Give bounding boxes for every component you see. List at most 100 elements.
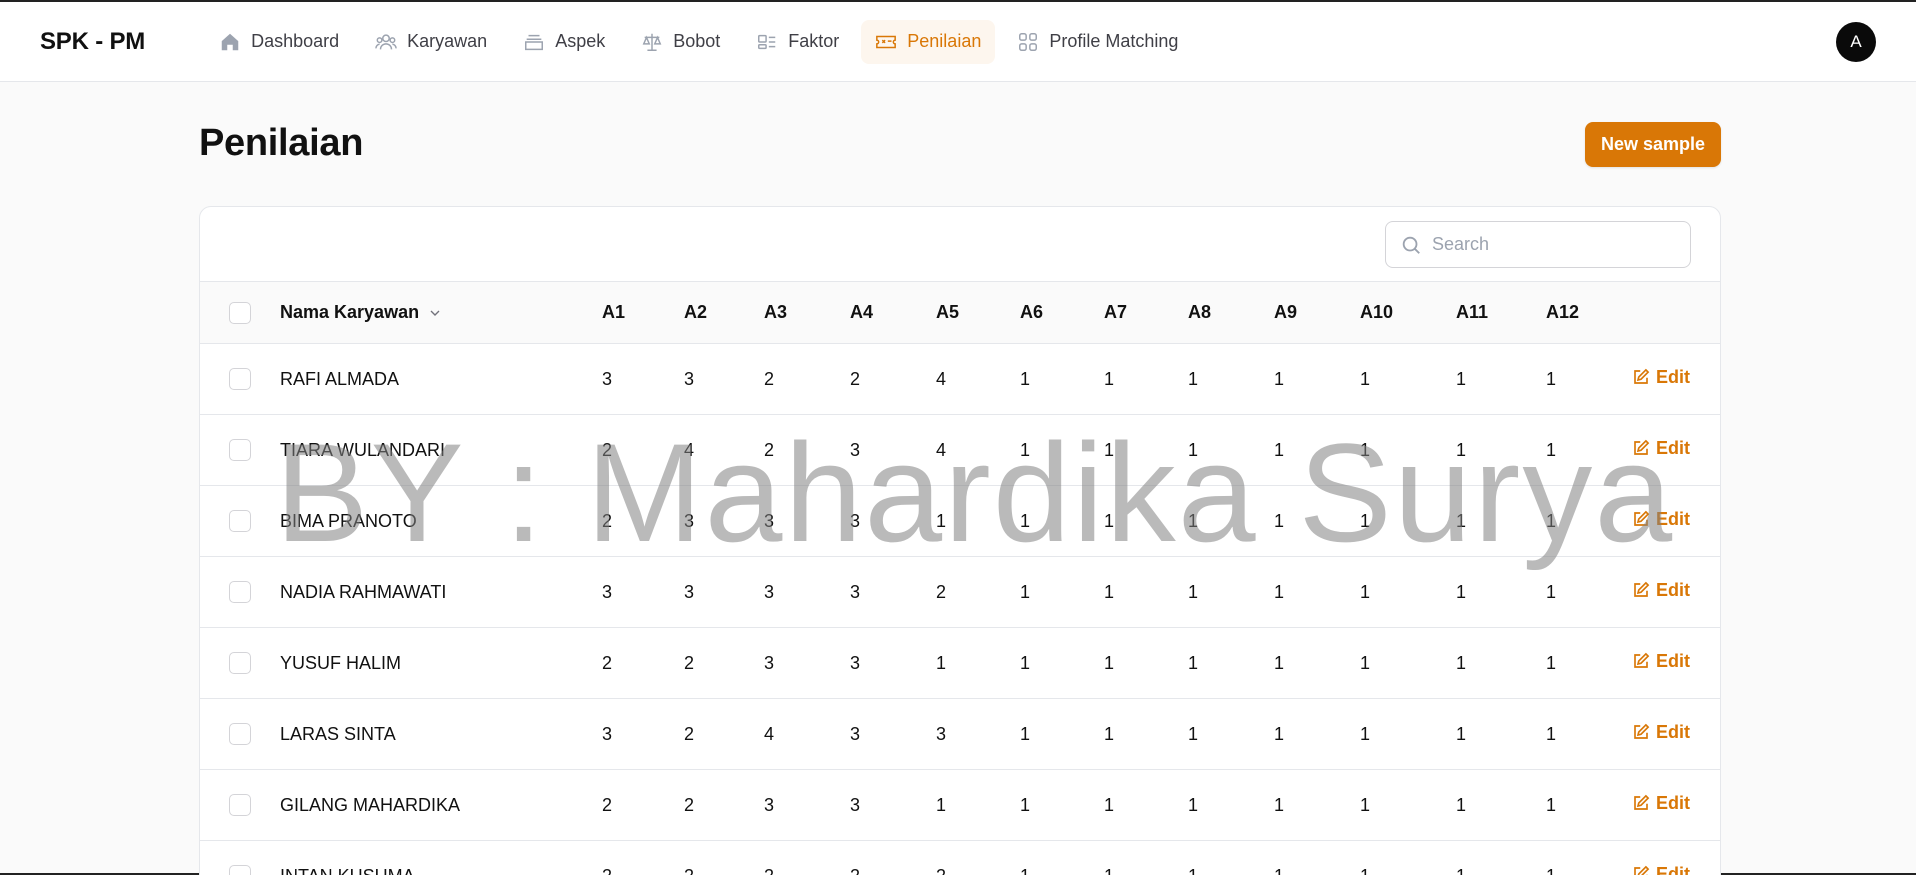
row-checkbox[interactable]: [229, 368, 251, 391]
cell-a9: 1: [1274, 652, 1285, 673]
cell-a2: 2: [684, 841, 764, 875]
cell-a8: 1: [1188, 723, 1199, 744]
nav-item-karyawan[interactable]: Karyawan: [361, 20, 501, 64]
cell-actions: Edit: [1632, 628, 1720, 699]
brand-logo[interactable]: SPK - PM: [40, 28, 145, 56]
cell-a7: 1: [1104, 652, 1115, 673]
cell-nama-karyawan: GILANG MAHARDIKA: [280, 794, 461, 815]
cell-a6: 1: [1020, 439, 1031, 460]
cell-a4: 3: [850, 581, 861, 602]
edit-label: Edit: [1656, 650, 1690, 671]
search-input[interactable]: [1432, 234, 1672, 255]
cell-a1: 2: [602, 510, 613, 531]
header-col-a5: A5: [936, 302, 960, 322]
cell-a4: 2: [850, 841, 936, 875]
table-header-row: Nama Karyawan A1 A2 A3 A4 A5 A6 A7 A8 A9 A10 A11 A1…: [200, 281, 1720, 344]
cell-a4: 3: [850, 794, 861, 815]
row-checkbox-cell: [200, 628, 280, 699]
cell-a12: 1: [1546, 368, 1557, 389]
cell-nama-karyawan: INTAN KUSUMA: [280, 841, 602, 875]
cell-a1: 2: [602, 841, 684, 875]
table-card: Nama Karyawan A1 A2 A3 A4 A5 A6 A7 A8 A9 A10 A11 A1…: [199, 206, 1721, 875]
cell-a9: 1: [1274, 581, 1285, 602]
cell-a8: 1: [1188, 794, 1199, 815]
nav-item-penilaian[interactable]: Penilaian: [861, 19, 996, 64]
edit-label: Edit: [1656, 721, 1690, 742]
table-body: RAFI ALMADA 3 3 2 2 4 1 1 1 1 1 1 1 Edit TIARA WULANDA…: [200, 344, 1720, 875]
row-checkbox[interactable]: [229, 652, 251, 675]
row-checkbox[interactable]: [229, 865, 251, 875]
cell-a2: 3: [684, 510, 695, 531]
header-col-a7: A7: [1104, 302, 1128, 322]
edit-button[interactable]: Edit: [1632, 651, 1690, 672]
nav-item-bobot[interactable]: Bobot: [627, 20, 734, 64]
cell-a10: 1: [1360, 581, 1371, 602]
edit-icon: [1634, 723, 1650, 740]
edit-icon: [1634, 865, 1650, 875]
edit-button[interactable]: Edit: [1632, 580, 1690, 601]
nav-item-label: Bobot: [673, 31, 721, 51]
new-sample-button[interactable]: New sample: [1584, 122, 1721, 167]
cell-a1: 3: [602, 368, 613, 389]
header-label: Nama Karyawan: [280, 302, 420, 322]
table-row: BIMA PRANOTO 2 3 3 3 1 1 1 1 1 1 1 1 Edit: [200, 486, 1720, 557]
cell-a5: 4: [936, 368, 947, 389]
row-checkbox[interactable]: [229, 581, 251, 604]
cell-a10: 1: [1360, 510, 1371, 531]
ticket-icon: [876, 35, 897, 48]
cell-a7: 1: [1104, 723, 1115, 744]
cell-a11: 1: [1456, 510, 1467, 531]
cell-a2: 3: [684, 581, 695, 602]
row-checkbox[interactable]: [229, 723, 251, 746]
edit-button[interactable]: Edit: [1632, 367, 1690, 388]
edit-icon: [1634, 581, 1650, 598]
edit-button[interactable]: Edit: [1632, 793, 1690, 814]
cell-nama-karyawan: YUSUF HALIM: [280, 652, 402, 673]
edit-button[interactable]: Edit: [1632, 438, 1690, 459]
nav-item-label: Penilaian: [907, 31, 982, 51]
avatar[interactable]: A: [1836, 22, 1876, 62]
row-checkbox[interactable]: [229, 510, 251, 533]
row-checkbox-cell: [200, 344, 280, 415]
row-checkbox[interactable]: [229, 439, 251, 462]
edit-label: Edit: [1656, 792, 1690, 813]
cell-a10: 1: [1360, 794, 1371, 815]
table-row: YUSUF HALIM 2 2 3 3 1 1 1 1 1 1 1 1 Edit: [200, 628, 1720, 699]
cell-nama-karyawan: LARAS SINTA: [280, 723, 396, 744]
nav-item-label: Dashboard: [251, 31, 340, 51]
cell-actions: Edit: [1632, 344, 1720, 415]
cell-a1: 3: [602, 581, 613, 602]
search-box[interactable]: [1385, 221, 1691, 268]
cell-a7: 1: [1104, 439, 1115, 460]
nav-item-profile-matching[interactable]: Profile Matching: [1003, 20, 1192, 64]
header-col-a11: A11: [1456, 302, 1489, 322]
cell-a3: 3: [764, 510, 775, 531]
cell-nama-karyawan: NADIA RAHMAWATI: [280, 581, 447, 602]
cell-a8: 1: [1188, 368, 1199, 389]
chevron-down-icon: [430, 310, 440, 316]
edit-button[interactable]: Edit: [1632, 509, 1690, 530]
table-row: NADIA RAHMAWATI 3 3 3 3 2 1 1 1 1 1 1 1 Edit: [200, 557, 1720, 628]
row-checkbox[interactable]: [229, 794, 251, 817]
header-checkbox-cell: [200, 282, 280, 344]
cell-a5: 1: [936, 510, 947, 531]
nav-item-label: Aspek: [555, 31, 606, 51]
cell-a9: 1: [1274, 723, 1285, 744]
header-actions: [1632, 282, 1720, 344]
nav-item-dashboard[interactable]: Dashboard: [205, 20, 353, 64]
cell-a1: 2: [602, 652, 613, 673]
cell-a8: 1: [1188, 652, 1199, 673]
nav-item-aspek[interactable]: Aspek: [509, 20, 619, 64]
cell-a5: 2: [936, 841, 1020, 875]
nav-item-faktor[interactable]: Faktor: [742, 20, 853, 64]
cell-a6: 1: [1020, 723, 1031, 744]
header-nama-karyawan[interactable]: Nama Karyawan: [280, 282, 602, 344]
row-checkbox-cell: [200, 699, 280, 770]
cell-a11: 1: [1456, 439, 1467, 460]
cell-a11: 1: [1456, 652, 1467, 673]
edit-button[interactable]: Edit: [1632, 722, 1690, 743]
edit-button[interactable]: Edit: [1632, 864, 1690, 875]
select-all-checkbox[interactable]: [229, 301, 251, 324]
header-col-a8: A8: [1188, 302, 1212, 322]
cell-nama-karyawan: RAFI ALMADA: [280, 368, 400, 389]
